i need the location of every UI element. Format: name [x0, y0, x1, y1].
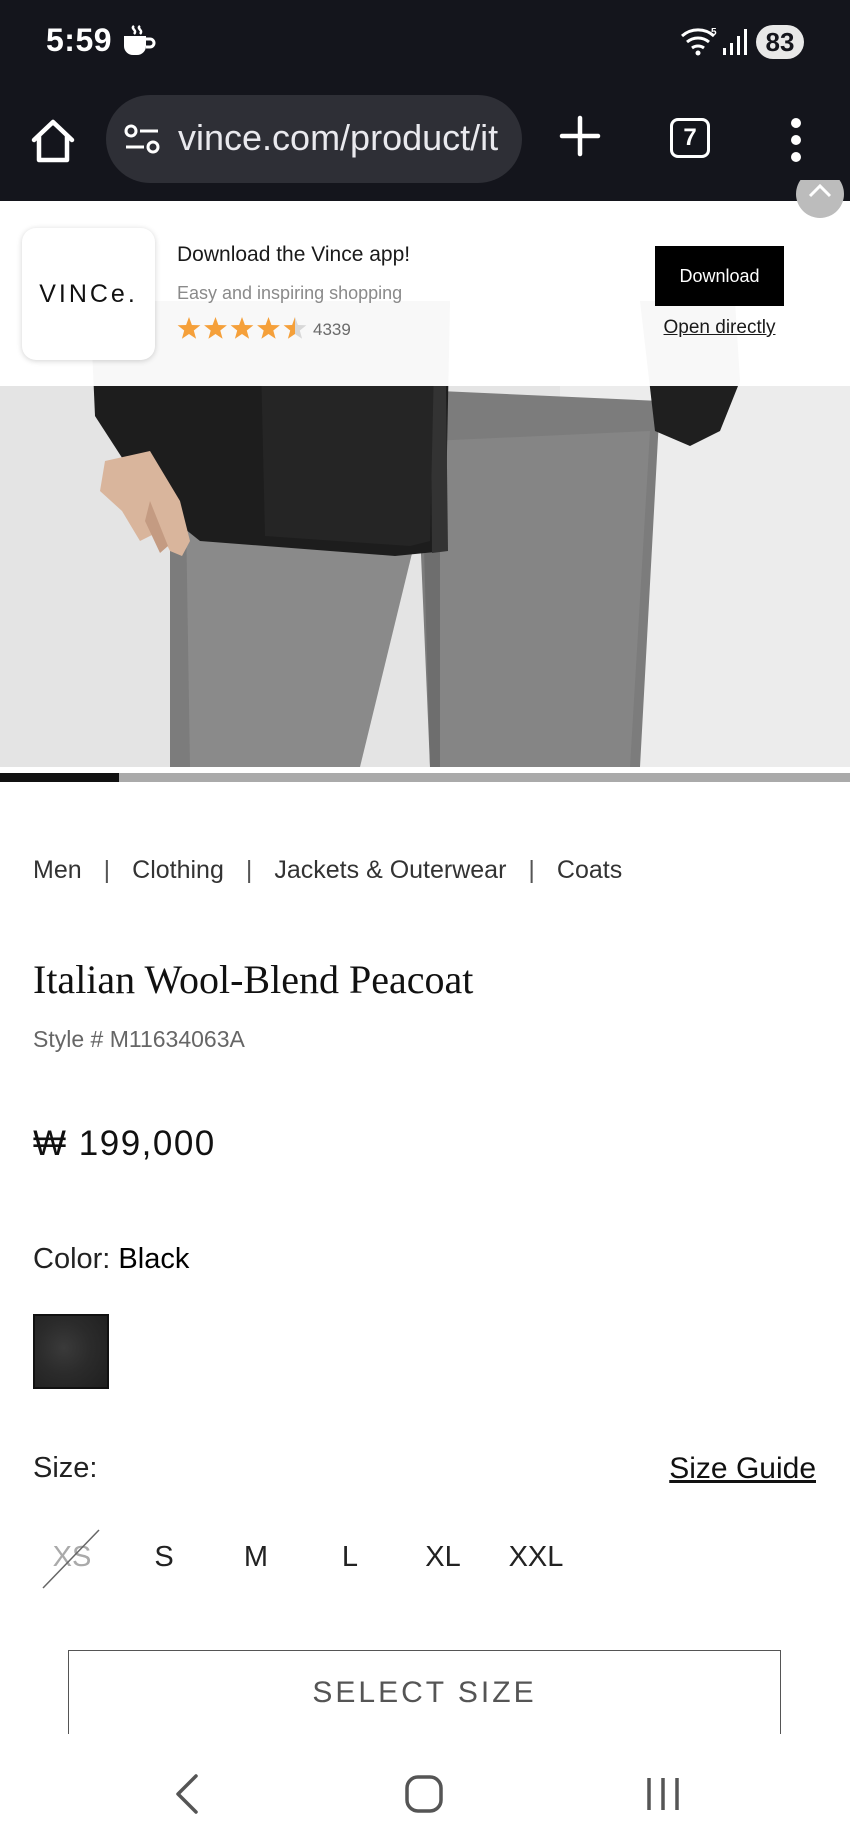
- breadcrumb-item-coats[interactable]: Coats: [557, 856, 622, 885]
- rating-stars: [177, 317, 307, 339]
- size-option-l[interactable]: L: [330, 1541, 370, 1577]
- browser-toolbar: vince.com/product/it 7: [0, 86, 850, 201]
- close-icon[interactable]: [796, 180, 844, 218]
- wifi-icon: 5: [681, 27, 717, 56]
- banner-close-button[interactable]: [796, 180, 844, 220]
- site-settings-icon[interactable]: [124, 123, 160, 155]
- app-download-banner: VINCe. Download the Vince app! Easy and …: [0, 201, 850, 386]
- breadcrumb-item-jackets-outerwear[interactable]: Jackets & Outerwear: [274, 856, 506, 885]
- color-value: Black: [118, 1243, 190, 1275]
- size-option-xxl[interactable]: XXL: [500, 1541, 572, 1577]
- banner-subtitle: Easy and inspiring shopping: [177, 283, 403, 303]
- star-icon: [230, 317, 254, 339]
- breadcrumb-separator: |: [245, 855, 253, 884]
- star-icon: [283, 317, 307, 339]
- rating-count: 4339: [313, 320, 351, 339]
- product-title: Italian Wool-Blend Peacoat: [33, 957, 474, 1002]
- app-logo: VINCe.: [22, 228, 155, 360]
- select-size-button[interactable]: SELECT SIZE: [68, 1650, 781, 1740]
- size-label: Size:: [33, 1452, 98, 1484]
- color-swatch-black[interactable]: [33, 1314, 109, 1389]
- svg-text:5: 5: [711, 27, 717, 38]
- url-text[interactable]: vince.com/product/it: [178, 117, 498, 159]
- system-nav-bar: [0, 1734, 850, 1841]
- battery-indicator: 83: [756, 25, 804, 59]
- size-option-s[interactable]: S: [144, 1541, 184, 1577]
- banner-title: Download the Vince app!: [177, 243, 411, 266]
- status-time: 5:59: [46, 22, 113, 58]
- recent-apps-icon[interactable]: [644, 1774, 682, 1814]
- new-tab-icon[interactable]: [558, 114, 602, 158]
- more-menu-icon[interactable]: [786, 116, 806, 164]
- gallery-progress-bar: [0, 773, 850, 782]
- color-label-row: Color: Black: [33, 1243, 189, 1276]
- breadcrumb: Men | Clothing | Jackets & Outerwear | C…: [33, 852, 622, 888]
- unavailable-strike-icon: [42, 1529, 100, 1589]
- color-label: Color:: [33, 1243, 111, 1275]
- app-logo-text: VINCe.: [39, 280, 138, 308]
- breadcrumb-separator: |: [528, 855, 535, 884]
- breadcrumb-item-clothing[interactable]: Clothing: [132, 856, 224, 885]
- star-icon: [257, 317, 280, 339]
- back-icon[interactable]: [170, 1772, 206, 1816]
- breadcrumb-item-men[interactable]: Men: [33, 856, 82, 885]
- coffee-cup-icon: [124, 25, 156, 55]
- address-bar[interactable]: vince.com/product/it: [106, 95, 522, 183]
- breadcrumb-separator: |: [103, 855, 111, 884]
- size-option-m[interactable]: M: [234, 1541, 278, 1577]
- size-option-xl[interactable]: XL: [418, 1541, 468, 1577]
- home-icon[interactable]: [28, 116, 78, 166]
- style-number: Style # M11634063A: [33, 1026, 245, 1052]
- status-bar: 5:59 5 83: [0, 0, 850, 86]
- home-nav-icon[interactable]: [404, 1774, 444, 1814]
- star-icon: [177, 317, 201, 339]
- star-icon: [204, 317, 227, 339]
- download-button[interactable]: Download: [655, 246, 784, 306]
- open-directly-link[interactable]: Open directly: [640, 317, 799, 339]
- signal-icon: [723, 29, 747, 55]
- gallery-progress-fill: [0, 773, 119, 782]
- product-price: ₩ 199,000: [33, 1124, 216, 1163]
- tabs-icon[interactable]: 7: [670, 118, 710, 158]
- size-guide-link[interactable]: Size Guide: [664, 1452, 816, 1486]
